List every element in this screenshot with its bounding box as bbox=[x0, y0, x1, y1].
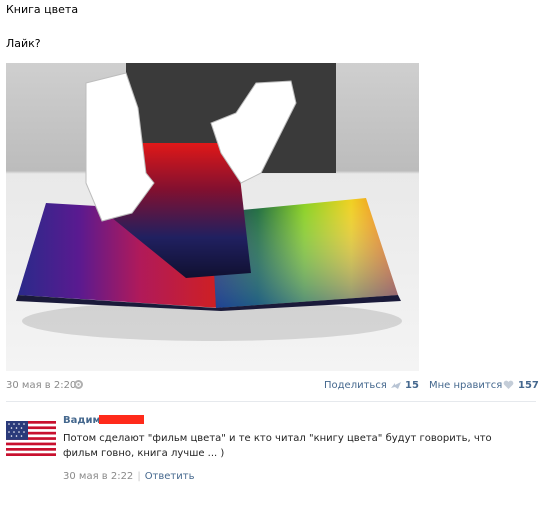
heart-icon[interactable] bbox=[503, 380, 514, 390]
post-text: Лайк? bbox=[6, 37, 41, 50]
post-meta-row: 30 мая в 2:20 Поделиться 15 Мне нравится… bbox=[6, 378, 539, 394]
comment-text: Потом сделают "фильм цвета" и те кто чит… bbox=[63, 433, 492, 459]
share-button[interactable]: Поделиться bbox=[324, 380, 387, 391]
meta-separator: | bbox=[137, 471, 141, 482]
us-flag-avatar[interactable] bbox=[6, 421, 56, 456]
post-photo[interactable] bbox=[6, 63, 419, 371]
divider bbox=[6, 401, 536, 402]
share-icon[interactable] bbox=[390, 380, 402, 390]
comment-date[interactable]: 30 мая в 2:22 bbox=[63, 471, 133, 482]
gear-icon[interactable] bbox=[73, 379, 84, 390]
rainbow-book-photo bbox=[6, 63, 419, 371]
reply-button[interactable]: Ответить bbox=[145, 471, 195, 482]
comment-author[interactable]: Вадим bbox=[63, 415, 101, 426]
post-title: Книга цвета bbox=[6, 3, 79, 16]
share-count[interactable]: 15 bbox=[405, 380, 419, 391]
comment-meta: 30 мая в 2:22 | Ответить bbox=[63, 471, 194, 482]
like-count[interactable]: 157 bbox=[518, 380, 539, 391]
like-button[interactable]: Мне нравится bbox=[429, 380, 502, 391]
post-date[interactable]: 30 мая в 2:20 bbox=[6, 380, 76, 391]
redaction-mark bbox=[99, 415, 144, 424]
